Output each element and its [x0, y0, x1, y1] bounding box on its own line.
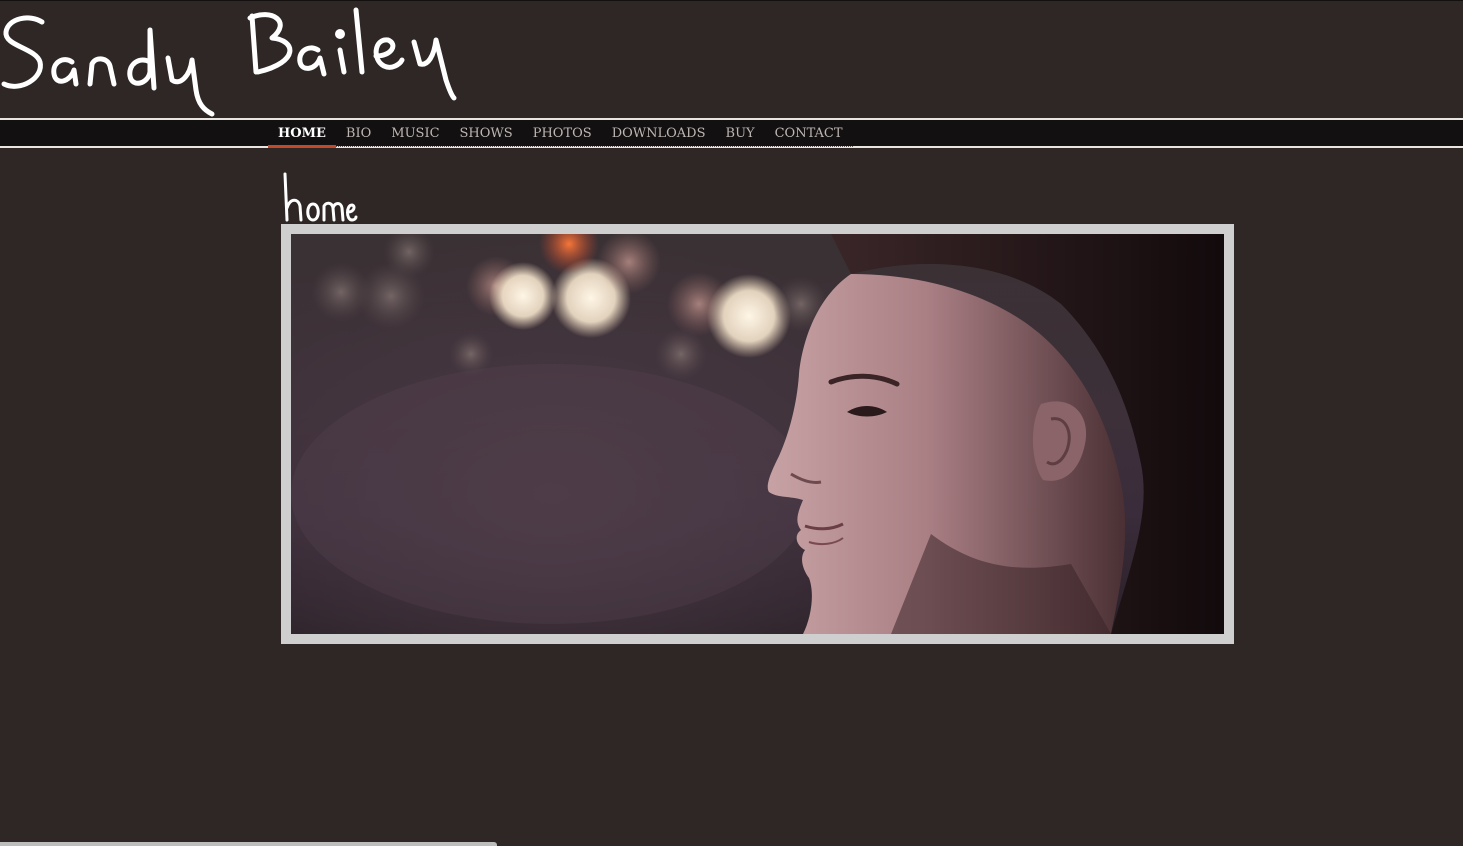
nav-item-bio[interactable]: BIO — [336, 120, 381, 146]
page: HOME BIO MUSIC SHOWS PHOTOS DOWNLOADS BU… — [0, 0, 1463, 846]
nav-item-shows[interactable]: SHOWS — [450, 120, 523, 146]
hero-frame — [281, 224, 1234, 644]
nav-item-downloads[interactable]: DOWNLOADS — [602, 120, 716, 146]
horizontal-scrollbar[interactable] — [0, 842, 497, 846]
nav-item-music[interactable]: MUSIC — [381, 120, 449, 146]
site-logo[interactable] — [0, 0, 470, 120]
portrait-photo — [291, 234, 1224, 634]
page-title — [283, 172, 358, 222]
nav-item-photos[interactable]: PHOTOS — [523, 120, 602, 146]
nav-item-buy[interactable]: BUY — [716, 120, 765, 146]
nav-menu: HOME BIO MUSIC SHOWS PHOTOS DOWNLOADS BU… — [268, 120, 853, 148]
main-navigation: HOME BIO MUSIC SHOWS PHOTOS DOWNLOADS BU… — [0, 118, 1463, 148]
nav-item-home[interactable]: HOME — [268, 120, 336, 148]
nav-item-contact[interactable]: CONTACT — [765, 120, 853, 146]
hero-photo — [291, 234, 1224, 634]
